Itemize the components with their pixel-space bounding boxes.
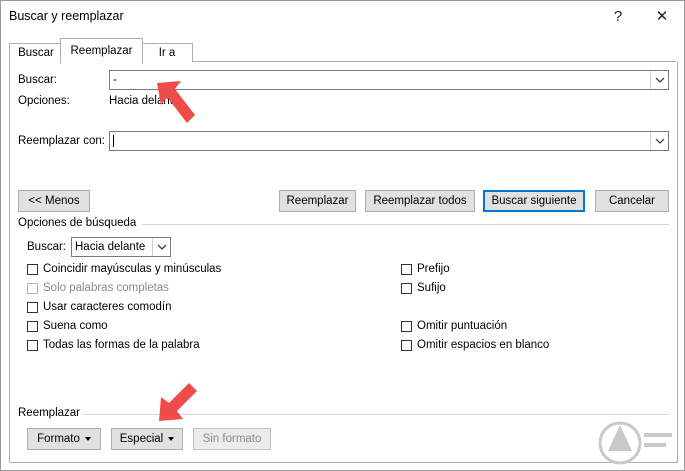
find-dropdown-button[interactable] xyxy=(650,71,668,89)
chevron-down-icon xyxy=(157,244,166,250)
no-format-button: Sin formato xyxy=(193,428,271,450)
ignore-whitespace-checkbox[interactable]: Omitir espacios en blanco xyxy=(401,339,549,351)
checkbox-label: Omitir puntuación xyxy=(417,320,508,332)
sounds-like-checkbox[interactable]: Suena como xyxy=(27,320,108,332)
tab-buscar[interactable]: Buscar xyxy=(9,43,63,62)
format-button[interactable]: Formato xyxy=(27,428,101,450)
tab-buscar-label: Buscar xyxy=(18,47,54,59)
find-next-button[interactable]: Buscar siguiente xyxy=(483,190,585,212)
caret-down-icon xyxy=(168,437,175,441)
special-button[interactable]: Especial xyxy=(111,428,183,450)
replace-all-button[interactable]: Reemplazar todos xyxy=(365,190,475,212)
checkbox-box[interactable] xyxy=(27,320,38,332)
tab-reemplazar-label: Reemplazar xyxy=(70,45,133,57)
search-options-divider xyxy=(142,224,669,225)
checkbox-box[interactable] xyxy=(27,301,38,313)
wildcards-checkbox[interactable]: Usar caracteres comodín xyxy=(27,301,171,313)
checkbox-box xyxy=(27,282,38,294)
cancel-button[interactable]: Cancelar xyxy=(595,190,669,212)
checkbox-label: Solo palabras completas xyxy=(43,282,169,294)
format-button-label: Formato xyxy=(37,433,80,445)
checkbox-label: Usar caracteres comodín xyxy=(43,301,172,313)
chevron-down-icon xyxy=(655,77,664,83)
checkbox-box[interactable] xyxy=(401,339,412,351)
checkbox-box[interactable] xyxy=(401,320,412,332)
caret-down-icon xyxy=(84,437,91,441)
options-label: Opciones: xyxy=(18,95,70,107)
checkbox-label: Omitir espacios en blanco xyxy=(417,339,550,351)
checkbox-box[interactable] xyxy=(27,339,38,351)
replace-button[interactable]: Reemplazar xyxy=(279,190,356,212)
tab-reemplazar[interactable]: Reemplazar xyxy=(60,38,143,64)
checkbox-box[interactable] xyxy=(27,263,38,275)
close-icon: ✕ xyxy=(655,8,669,25)
whole-words-checkbox: Solo palabras completas xyxy=(27,282,169,294)
red-arrow-icon xyxy=(159,383,197,421)
search-options-heading: Opciones de búsqueda xyxy=(18,217,137,229)
direction-select[interactable]: Hacia delante xyxy=(71,237,171,257)
chevron-down-icon xyxy=(655,138,664,144)
find-label: Buscar: xyxy=(18,74,57,86)
ignore-punctuation-checkbox[interactable]: Omitir puntuación xyxy=(401,320,507,332)
red-arrow-icon xyxy=(157,81,195,123)
suffix-checkbox[interactable]: Sufijo xyxy=(401,282,446,294)
tab-ir-a-label: Ir a xyxy=(158,47,176,59)
checkbox-label: Coincidir mayúsculas y minúsculas xyxy=(43,263,222,275)
checkbox-box[interactable] xyxy=(401,263,412,275)
checkbox-label: Todas las formas de la palabra xyxy=(43,339,200,351)
all-word-forms-checkbox[interactable]: Todas las formas de la palabra xyxy=(27,339,200,351)
close-button[interactable]: ✕ xyxy=(645,1,679,31)
checkbox-label: Prefijo xyxy=(417,263,450,275)
find-input[interactable]: - xyxy=(113,74,117,86)
text-cursor xyxy=(113,135,114,147)
find-replace-dialog: Buscar y reemplazar ? ✕ Buscar Reemplaza… xyxy=(0,0,685,471)
checkbox-box[interactable] xyxy=(401,282,412,294)
solvetic-logo-icon xyxy=(598,421,672,465)
direction-value: Hacia delante xyxy=(75,241,146,253)
direction-dropdown-button[interactable] xyxy=(152,238,170,256)
replace-combobox[interactable] xyxy=(109,131,669,151)
less-button[interactable]: << Menos xyxy=(18,190,90,212)
special-button-label: Especial xyxy=(119,433,164,445)
checkbox-label: Suena como xyxy=(43,320,108,332)
dialog-title: Buscar y reemplazar xyxy=(9,9,124,23)
match-case-checkbox[interactable]: Coincidir mayúsculas y minúsculas xyxy=(27,263,221,275)
tab-ir-a[interactable]: Ir a xyxy=(141,43,193,62)
replace-label: Reemplazar con: xyxy=(18,135,105,147)
replace-dropdown-button[interactable] xyxy=(650,132,668,150)
direction-label: Buscar: xyxy=(27,241,66,253)
help-button[interactable]: ? xyxy=(601,1,635,31)
checkbox-label: Sufijo xyxy=(417,282,446,294)
replace-section-heading: Reemplazar xyxy=(18,407,80,419)
prefix-checkbox[interactable]: Prefijo xyxy=(401,263,450,275)
